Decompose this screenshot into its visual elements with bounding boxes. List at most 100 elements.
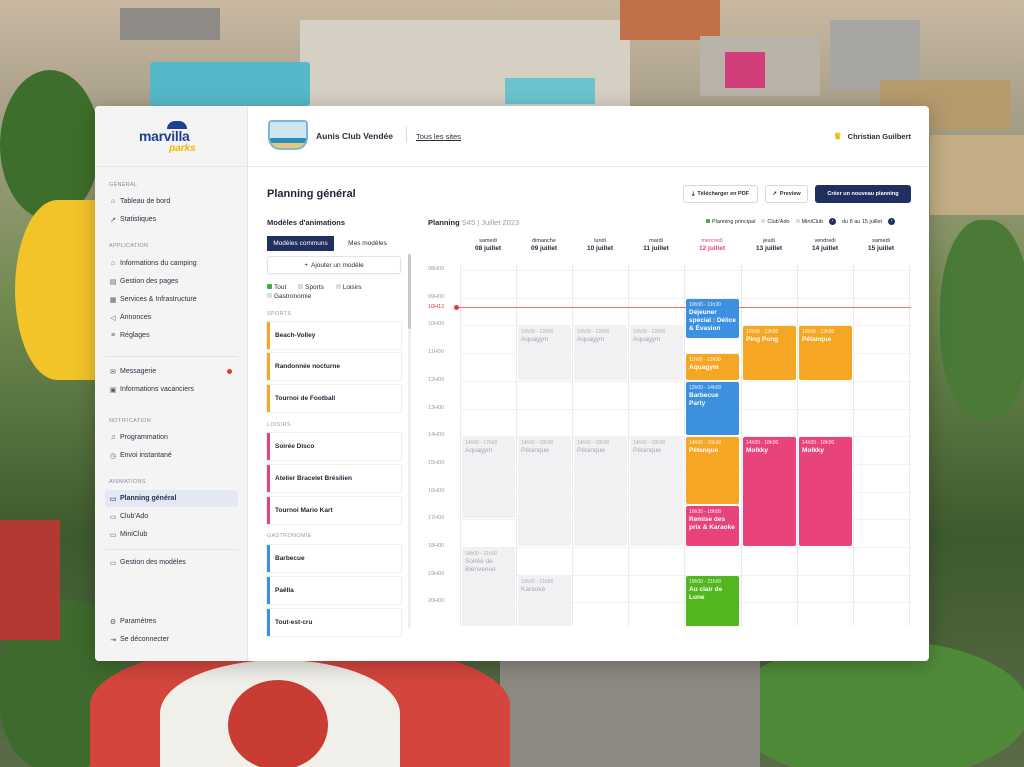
sidebar-item-general-planning[interactable]: ▭ Planning général [105,490,238,507]
model-item[interactable]: Tout-est-cru [267,609,401,636]
sidebar-item-vacationer-info[interactable]: ▣ Informations vacanciers [105,381,238,398]
add-model-button[interactable]: + Ajouter un modèle [267,256,401,274]
models-title: Modèles d'animations [267,218,346,227]
event-card[interactable]: 12h00 - 14h00 Barbecue Party [686,381,739,436]
event-card[interactable]: 10h00 - 12h00 Aquagym [574,326,627,380]
event-card[interactable]: 16h30 - 18h00 Remise des prix & Karaoke [686,506,739,546]
model-filters: Tout Sports Loisirs Gastronomie [267,283,401,301]
preview-button[interactable]: ↗ Preview [765,185,808,203]
sidebar-item-logout[interactable]: ⇥ Se déconnecter [105,631,238,648]
model-item[interactable]: Paëlla [267,577,401,604]
sidebar-item-stats[interactable]: ↗ Statistiques [105,211,238,228]
sidebar-item-params[interactable]: ⚙ Paramètres [105,613,238,630]
sidebar-item-dashboard[interactable]: ⌂ Tableau de bord [105,193,238,210]
model-item[interactable]: Atelier Bracelet Brésilien [267,465,401,492]
prev-week-icon[interactable]: ‹ [828,218,836,225]
sidebar-item-pages[interactable]: ▤ Gestion des pages [105,273,238,290]
legend-club-ado[interactable]: Club'Ado [761,218,790,225]
hour-label: 17H00 [428,515,445,522]
event-card[interactable]: 14h00 - 18h00 Molkky [743,437,796,546]
model-item[interactable]: Tournoi de Football [267,385,401,412]
divider [105,356,238,357]
event-card[interactable]: 10h00 - 12h00 Pétanque [799,326,852,380]
day-header[interactable]: jeudi 13 juillet [741,238,797,252]
day-header[interactable]: mardi 11 juillet [628,238,684,252]
sidebar-item-camping-info[interactable]: ⌂ Informations du camping [105,255,238,272]
day-header[interactable]: vendredi 14 juillet [797,238,853,252]
brand-logo[interactable]: marvilla parks [95,106,248,167]
next-week-icon[interactable]: › [888,218,896,225]
all-sites-link[interactable]: Tous les sites [416,132,461,141]
main-content: Aunis Club Vendée Tous les sites ♛ Christ… [248,106,929,661]
mail-icon: ✉ [110,368,116,376]
model-item[interactable]: Tournoi Mario Kart [267,497,401,524]
current-time-dot [454,305,459,310]
sidebar-item-miniclub[interactable]: ▭ MiniClub [105,526,238,543]
day-column-divider [797,264,798,626]
event-card[interactable]: 14h00 - 18h00 Pétanque [630,437,683,546]
model-item[interactable]: Beach-Volley [267,322,401,349]
event-card[interactable]: 14h00 - 18h00 Pétanque [574,437,627,546]
sidebar-item-templates[interactable]: ▭ Gestion des modèles [105,554,238,571]
legend-miniclub[interactable]: MiniClub [795,218,823,225]
event-card[interactable]: 19h00 - 21h00 Karaoké [518,575,571,626]
tab-my-models[interactable]: Mes modèles [334,236,401,251]
unread-badge [227,369,232,374]
day-header[interactable]: dimanche 09 juillet [516,238,572,252]
event-card[interactable]: 14h00 - 17h00 Aquagym [462,437,515,519]
event-card[interactable]: 18h00 - 21h00 Soirée de Bienvenue [462,548,515,626]
sidebar-item-instant[interactable]: ◷ Envoi instantané [105,447,238,464]
nav-section-application: APPLICATION [109,243,149,249]
sidebar-item-services[interactable]: ▦ Services & Infrastructure [105,291,238,308]
hour-line [460,270,911,271]
sidebar-item-settings[interactable]: ≡ Réglages [105,327,238,344]
model-item[interactable]: Barbecue [267,545,401,572]
legend-main[interactable]: Planning principal [706,218,755,225]
day-header[interactable]: samedi 15 juillet [853,238,909,252]
filter-sports[interactable]: Sports [298,284,329,291]
event-card[interactable]: 11h00 - 12h00 Aquagym [686,354,739,380]
day-column-divider [516,264,517,626]
hour-label: 20H00 [428,598,445,605]
day-column-divider [853,264,854,626]
hour-label: 14H00 [428,432,445,439]
day-header[interactable]: samedi 08 juillet [460,238,516,252]
day-column-divider [909,264,910,626]
event-card[interactable]: 10h00 - 12h00 Ping Pong [743,326,796,380]
hour-line [460,380,911,382]
calendar-icon: ▭ [109,495,117,503]
download-pdf-button[interactable]: ⤓ Télécharger en PDF [683,185,758,203]
model-item[interactable]: Soirée Disco [267,433,401,460]
sidebar: marvilla parks GÉNÉRAL ⌂ Tableau de bord … [95,106,248,661]
models-scrollbar[interactable] [408,254,411,329]
sidebar-item-messaging[interactable]: ✉ Messagerie [105,363,238,380]
clock-icon: ◷ [109,452,117,460]
sidebar-item-club-ado[interactable]: ▭ Club'Ado [105,508,238,525]
event-card[interactable]: 19h00 - 21h00 Au clair de Lune [686,575,739,626]
page-title: Planning général [267,188,356,200]
day-header[interactable]: lundi 10 juillet [572,238,628,252]
user-menu[interactable]: ♛ Christian Guilbert [834,131,911,142]
filter-food[interactable]: Gastronomie [267,293,316,300]
sidebar-item-ads[interactable]: ◁ Annonces [105,309,238,326]
hour-label: 18H00 [428,543,445,549]
filter-leisure[interactable]: Loisirs [335,284,367,291]
nav-section-notification: NOTIFICATION [109,418,151,424]
sidebar-item-scheduling[interactable]: ♫ Programmation [105,429,238,446]
filter-all[interactable]: Tout [267,284,291,291]
event-card[interactable]: 10h00 - 12h00 Aquagym [518,326,571,380]
brand-name: marvilla [139,128,190,144]
event-card[interactable]: 14h00 - 18h00 Pétanque [518,437,571,546]
create-planning-button[interactable]: Créer un nouveau planning [815,185,911,203]
planning-title: Planning S45 | Juillet 2023 [428,218,520,227]
event-card[interactable]: 14h00 - 16h30 Pétanque [686,437,739,505]
current-time-label: 10H12 [428,304,445,310]
event-card[interactable]: 10h00 - 12h00 Aquagym [630,326,683,380]
tab-common-models[interactable]: Modèles communs [267,236,334,251]
nav-section-general: GÉNÉRAL [109,182,138,188]
model-item[interactable]: Randonnée nocturne [267,353,401,380]
day-header[interactable]: mercredi 12 juillet [684,238,740,252]
download-icon: ⤓ [691,190,695,197]
event-card[interactable]: 14h00 - 18h00 Molkky [799,437,852,546]
event-card[interactable]: 10h00 - 11h30 Déjeuner spécial : Délice &… [686,298,739,339]
